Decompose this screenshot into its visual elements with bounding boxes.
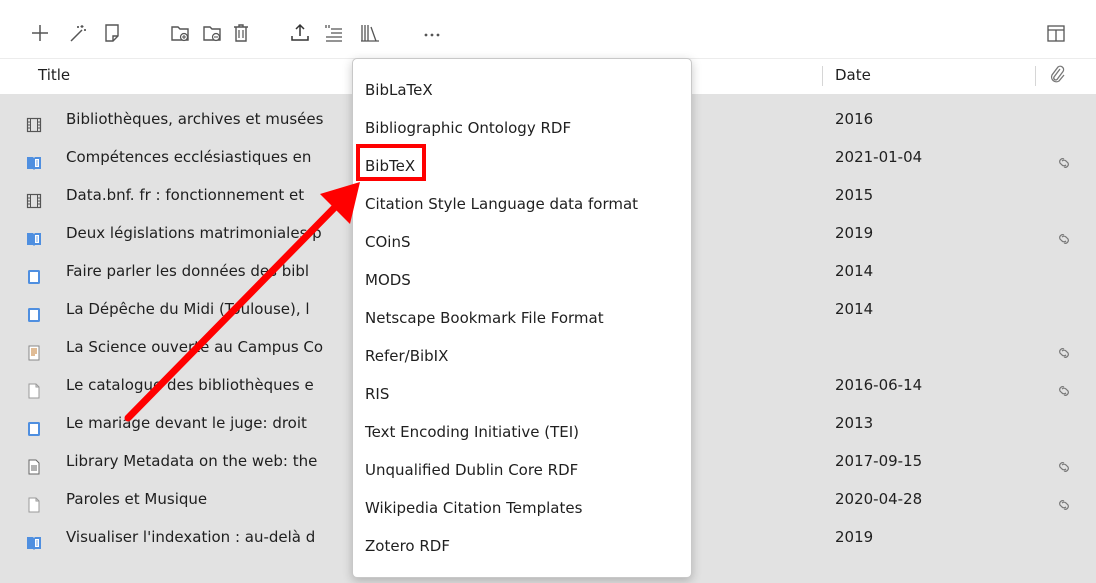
toolbar [0, 0, 1096, 58]
book-icon [26, 301, 42, 322]
item-title: La Science ouverte au Campus Co [66, 338, 324, 356]
item-title: Visualiser l'indexation : au-delà d [66, 528, 316, 546]
item-title: Le catalogue des bibliothèques e [66, 376, 314, 394]
item-title: Compétences ecclésiastiques en [66, 148, 312, 166]
magic-wand-icon[interactable] [65, 20, 91, 46]
highlight-box [356, 144, 426, 181]
item-title: Le mariage devant le juge: droit [66, 414, 307, 432]
menu-item-bibliographic-ontology-rdf[interactable]: Bibliographic Ontology RDF [365, 119, 571, 137]
item-date: 2014 [835, 300, 874, 318]
menu-item-coins[interactable]: COinS [365, 233, 410, 251]
book-section-icon [26, 149, 42, 170]
item-title: La Dépêche du Midi (Toulouse), l [66, 300, 310, 318]
item-title: Library Metadata on the web: the [66, 452, 318, 470]
item-date: 2016-06-14 [835, 376, 923, 394]
menu-item-dublin-core-rdf[interactable]: Unqualified Dublin Core RDF [365, 461, 578, 479]
book-icon [26, 263, 42, 284]
item-title: Bibliothèques, archives et musées [66, 110, 324, 128]
item-title: Data.bnf. fr : fonctionnement et [66, 186, 305, 204]
item-title: Faire parler les données des bibl [66, 262, 310, 280]
item-date: 2013 [835, 414, 874, 432]
menu-item-mods[interactable]: MODS [365, 271, 411, 289]
title-column-header[interactable]: Title [38, 66, 70, 84]
new-item-icon[interactable] [27, 20, 53, 46]
menu-item-csl-json[interactable]: Citation Style Language data format [365, 195, 638, 213]
more-icon[interactable] [419, 20, 445, 46]
item-date: 2016 [835, 110, 874, 128]
menu-item-ris[interactable]: RIS [365, 385, 389, 403]
link-attachment-icon[interactable] [1055, 339, 1073, 358]
link-attachment-icon[interactable] [1055, 377, 1073, 396]
item-date: 2015 [835, 186, 874, 204]
book-icon [26, 415, 42, 436]
new-collection-icon[interactable] [167, 20, 193, 46]
attachment-column-header[interactable] [1048, 65, 1066, 89]
menu-item-zotero-rdf[interactable]: Zotero RDF [365, 537, 450, 555]
book-section-icon [26, 225, 42, 246]
document-icon [26, 491, 42, 513]
column-separator[interactable] [822, 66, 823, 86]
date-column-header[interactable]: Date [835, 66, 871, 84]
item-date: 2019 [835, 224, 874, 242]
menu-item-wikipedia-citation[interactable]: Wikipedia Citation Templates [365, 499, 582, 517]
item-date: 2019 [835, 528, 874, 546]
trash-icon[interactable] [228, 20, 254, 46]
book-section-icon [26, 529, 42, 550]
item-title: Paroles et Musique [66, 490, 208, 508]
menu-item-biblatex[interactable]: BibLaTeX [365, 81, 433, 99]
link-attachment-icon[interactable] [1055, 149, 1073, 168]
item-date: 2017-09-15 [835, 452, 923, 470]
paperclip-icon [1050, 65, 1065, 83]
column-picker-icon[interactable] [1043, 20, 1069, 46]
menu-item-refer-bibix[interactable]: Refer/BibIX [365, 347, 448, 365]
new-note-icon[interactable] [99, 20, 125, 46]
citation-icon[interactable] [321, 20, 347, 46]
export-icon[interactable] [287, 20, 313, 46]
report-icon [26, 339, 42, 361]
link-attachment-icon[interactable] [1055, 491, 1073, 510]
film-icon [26, 187, 42, 209]
link-attachment-icon[interactable] [1055, 225, 1073, 244]
item-date: 2021-01-04 [835, 148, 923, 166]
remove-from-collection-icon[interactable] [199, 20, 225, 46]
item-date: 2020-04-28 [835, 490, 923, 508]
menu-item-tei[interactable]: Text Encoding Initiative (TEI) [365, 423, 579, 441]
export-format-menu: BibLaTeX Bibliographic Ontology RDF BibT… [352, 58, 692, 578]
menu-item-netscape-bookmark[interactable]: Netscape Bookmark File Format [365, 309, 604, 327]
text-document-icon [26, 453, 42, 475]
item-title: Deux législations matrimoniales p [66, 224, 322, 242]
film-icon [26, 111, 42, 133]
document-icon [26, 377, 42, 399]
link-attachment-icon[interactable] [1055, 453, 1073, 472]
item-date: 2014 [835, 262, 874, 280]
library-icon[interactable] [357, 20, 383, 46]
column-separator[interactable] [1035, 66, 1036, 86]
